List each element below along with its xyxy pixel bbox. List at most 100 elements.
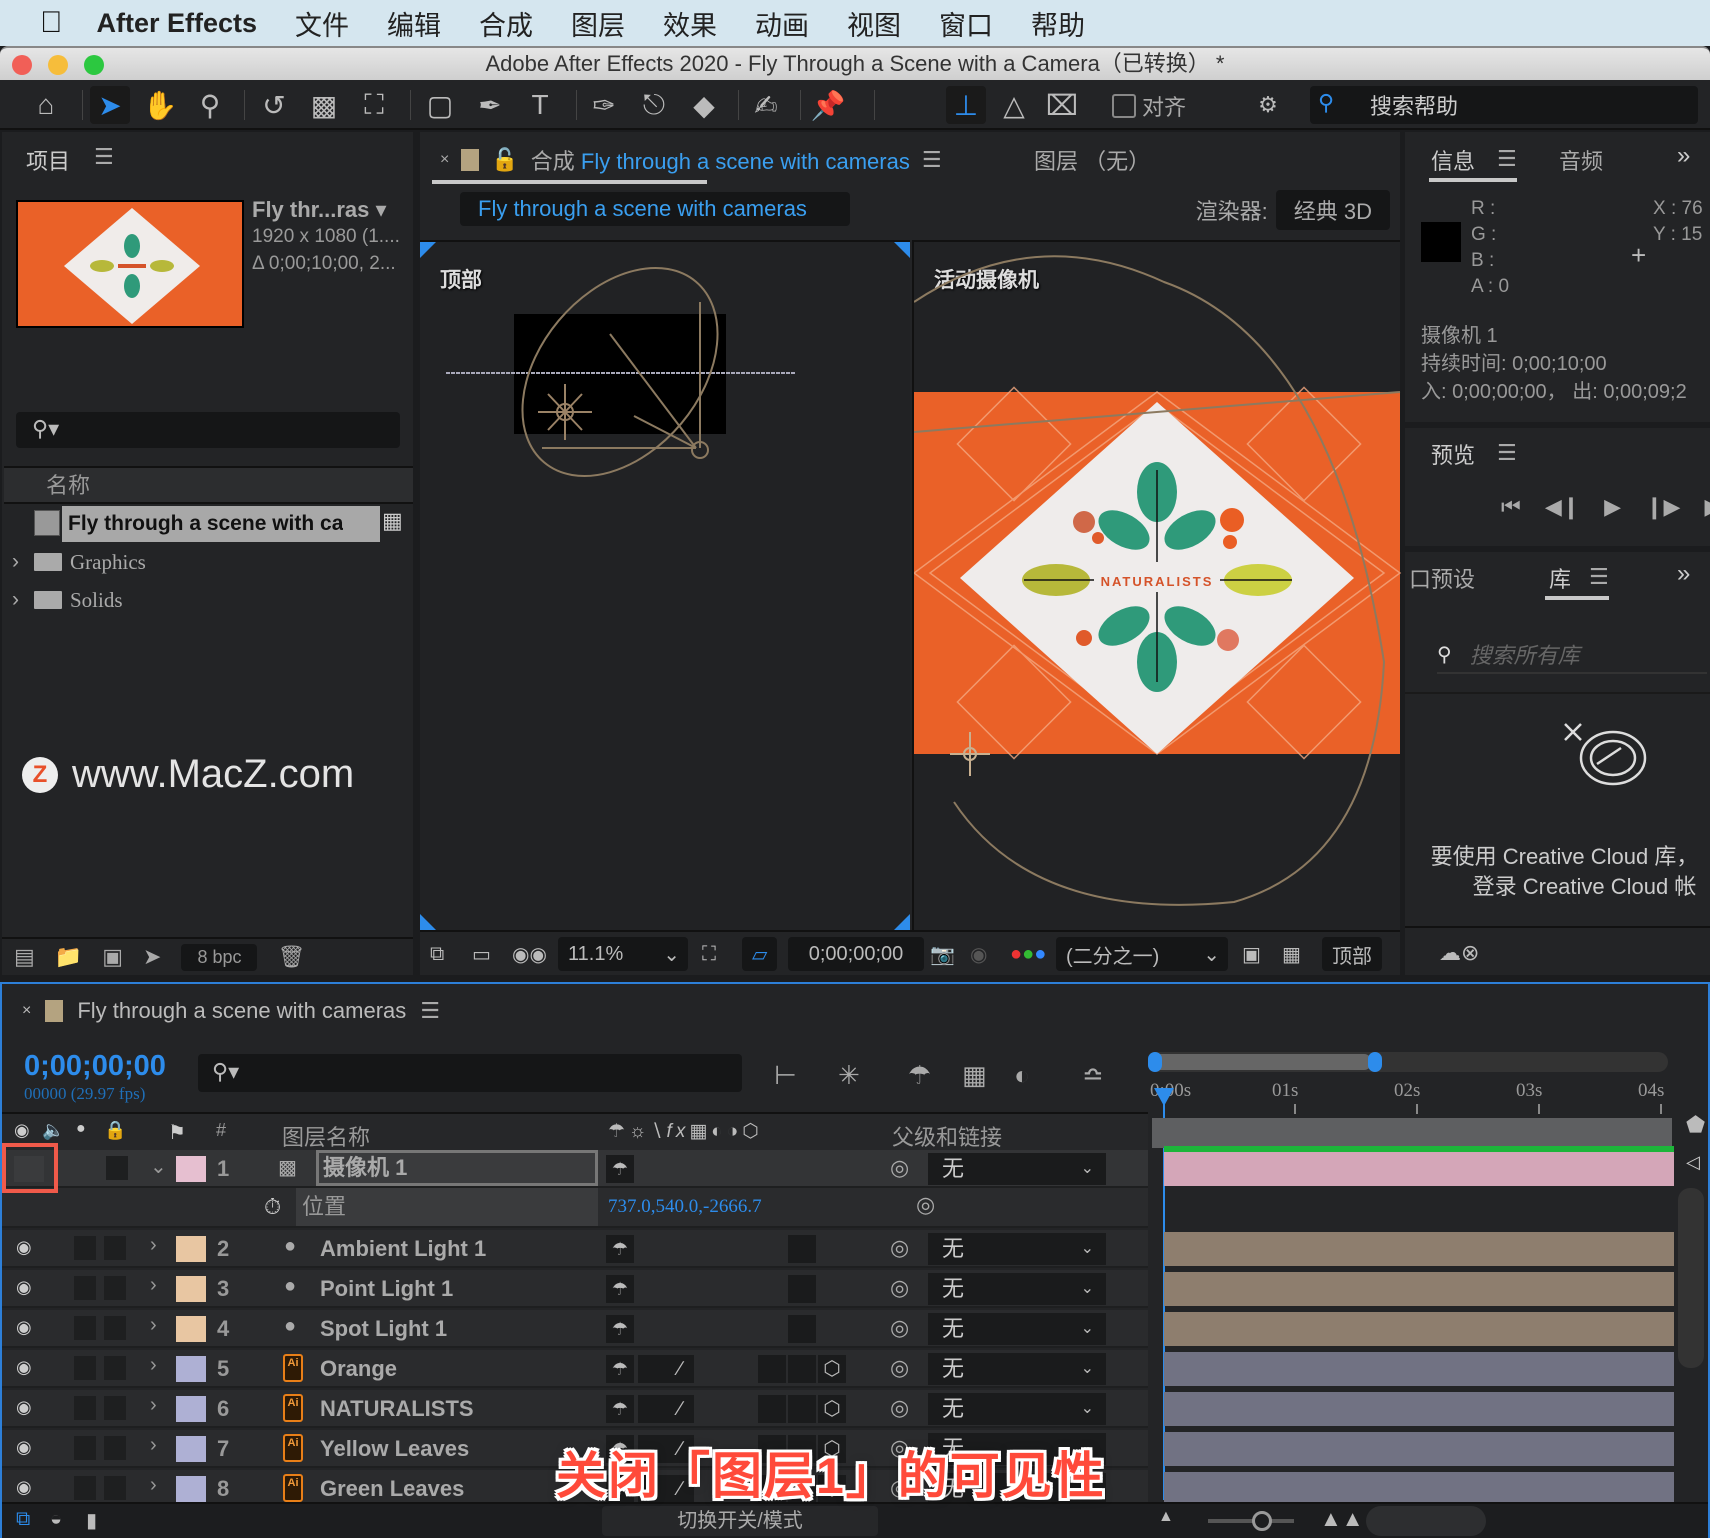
new-composition-icon[interactable]: ▣: [102, 944, 123, 970]
pan-behind-tool-icon[interactable]: ⛶: [354, 86, 394, 124]
expand-chevron-icon[interactable]: ›: [150, 1234, 157, 1257]
menu-composition[interactable]: 合成: [479, 4, 533, 43]
layer-duration-bar[interactable]: [1164, 1352, 1674, 1386]
layer-label-color[interactable]: [176, 1236, 206, 1262]
parent-select[interactable]: 无 ⌄: [928, 1393, 1106, 1425]
type-tool-icon[interactable]: T: [520, 86, 560, 124]
timeline-menu-icon[interactable]: ☰: [420, 998, 440, 1024]
interpret-footage-icon[interactable]: ▤: [14, 944, 35, 970]
layer-label-color[interactable]: [176, 1476, 206, 1502]
expand-chevron-icon[interactable]: ⌄: [150, 1154, 167, 1179]
layer-label-color[interactable]: [176, 1316, 206, 1342]
shy-switch-icon[interactable]: ☂: [606, 1275, 634, 1303]
flowchart-icon[interactable]: ▦: [382, 508, 403, 534]
time-zoom-handle[interactable]: [1252, 1511, 1272, 1531]
work-area-bar[interactable]: [1148, 1052, 1668, 1072]
previous-frame-icon[interactable]: ◀❙: [1545, 494, 1580, 520]
renderer-select[interactable]: 渲染器: 经典 3D: [1196, 190, 1390, 230]
hand-tool-icon[interactable]: ✋: [140, 86, 180, 124]
visibility-eye-icon[interactable]: ◉: [16, 1357, 32, 1378]
motion-blur-icon[interactable]: ◐: [1014, 1060, 1030, 1091]
layer-name[interactable]: Point Light 1: [320, 1276, 453, 1302]
expand-chevron-icon[interactable]: ›: [150, 1354, 157, 1377]
visibility-eye-icon[interactable]: ◉: [16, 1397, 32, 1418]
tab-preview[interactable]: 预览: [1431, 438, 1475, 470]
close-tab-icon[interactable]: ×: [22, 1002, 31, 1020]
snapping-checkbox[interactable]: [1112, 94, 1136, 118]
next-frame-icon[interactable]: ❙▶: [1645, 494, 1680, 520]
zoom-window-button[interactable]: [84, 55, 104, 75]
zoom-out-time-icon[interactable]: ▲: [1158, 1508, 1174, 1526]
comp-flowchart-icon[interactable]: ⊢: [774, 1060, 797, 1091]
shy-switch-icon[interactable]: ☂: [606, 1315, 634, 1343]
project-item-folder[interactable]: › Graphics: [4, 544, 378, 580]
expand-chevron-icon[interactable]: ›: [150, 1394, 157, 1417]
horizontal-scrollbar[interactable]: [1366, 1506, 1486, 1536]
switch-box[interactable]: [638, 1395, 666, 1423]
transfer-controls-toggle-icon[interactable]: ◒: [50, 1508, 62, 1531]
rectangle-tool-icon[interactable]: ▢: [420, 86, 460, 124]
layer-name[interactable]: Green Leaves: [320, 1476, 464, 1502]
layer-label-color[interactable]: [176, 1396, 206, 1422]
visibility-eye-icon[interactable]: ◉: [16, 1237, 32, 1258]
minimize-window-button[interactable]: [48, 55, 68, 75]
expand-chevron-icon[interactable]: ›: [150, 1474, 157, 1497]
zoom-in-time-icon[interactable]: ▲▲: [1320, 1506, 1364, 1532]
vertical-scrollbar[interactable]: [1678, 1188, 1704, 1368]
lock-toggle[interactable]: [104, 1316, 126, 1340]
library-menu-icon[interactable]: ☰: [1589, 564, 1609, 590]
chevron-right-icon[interactable]: ›: [12, 588, 19, 612]
preview-menu-icon[interactable]: ☰: [1497, 440, 1517, 466]
layer-duration-bar[interactable]: [1164, 1472, 1674, 1506]
graph-editor-icon[interactable]: ≏: [1082, 1060, 1104, 1091]
viewport-active-camera[interactable]: 活动摄像机 NATURALISTS: [912, 240, 1402, 930]
lock-toggle[interactable]: [104, 1436, 126, 1460]
shy-layers-icon[interactable]: ☂: [908, 1060, 931, 1091]
lock-toggle[interactable]: [104, 1356, 126, 1380]
layer-marker-icon[interactable]: ◁: [1686, 1152, 1700, 1173]
clone-stamp-tool-icon[interactable]: ⎋: [634, 86, 674, 124]
close-tab-icon[interactable]: ×: [440, 151, 449, 169]
layer-row[interactable]: ◉ › 5 Ai Orange ☂ ∕ ⬡ ◎ 无 ⌄: [2, 1350, 1148, 1388]
solo-toggle[interactable]: [74, 1276, 96, 1300]
renderer-value[interactable]: 经典 3D: [1275, 190, 1390, 230]
layer-name[interactable]: Orange: [320, 1356, 397, 1382]
tab-layer[interactable]: 图层 （无）: [1034, 144, 1150, 176]
layer-switches-toggle-icon[interactable]: ⧉: [16, 1508, 30, 1531]
lock-icon[interactable]: 🔓: [491, 147, 518, 173]
workspace-settings-icon[interactable]: ⚙: [1248, 86, 1288, 124]
first-frame-icon[interactable]: ⏮: [1501, 494, 1521, 520]
viewport-top[interactable]: 顶部: [420, 240, 910, 930]
parent-column-header[interactable]: 父级和链接: [892, 1120, 1002, 1152]
shy-switch-icon[interactable]: ☂: [606, 1155, 634, 1183]
menu-animation[interactable]: 动画: [755, 4, 809, 43]
shy-switch-icon[interactable]: ☂: [606, 1235, 634, 1263]
solo-toggle[interactable]: [74, 1316, 96, 1340]
bit-depth-button[interactable]: 8 bpc: [181, 943, 258, 971]
pick-whip-icon[interactable]: ◎: [916, 1192, 935, 1218]
new-folder-icon[interactable]: 📁: [55, 944, 82, 970]
pen-tool-icon[interactable]: ✒: [470, 86, 510, 124]
work-area-end-handle[interactable]: [1368, 1052, 1382, 1072]
lock-toggle[interactable]: [104, 1276, 126, 1300]
zoom-tool-icon[interactable]: ⚲: [190, 86, 230, 124]
layer-name[interactable]: Spot Light 1: [320, 1316, 447, 1342]
camera-tool-icon[interactable]: ▩: [304, 86, 344, 124]
layer-duration-bar[interactable]: [1164, 1232, 1674, 1266]
layer-label-color[interactable]: [176, 1276, 206, 1302]
layer-duration-bar[interactable]: [1164, 1312, 1674, 1346]
chevron-right-icon[interactable]: ›: [12, 550, 19, 574]
visibility-eye-icon[interactable]: ◉: [16, 1437, 32, 1458]
expand-chevron-icon[interactable]: ›: [150, 1314, 157, 1337]
lock-toggle[interactable]: [104, 1476, 126, 1500]
current-time-display[interactable]: 0;00;00;00: [788, 937, 924, 971]
menu-effect[interactable]: 效果: [663, 4, 717, 43]
dropdown-arrow-icon[interactable]: ▾: [376, 197, 387, 222]
switch-box[interactable]: [758, 1355, 786, 1383]
frame-blending-icon[interactable]: ▦: [962, 1060, 987, 1091]
project-item-folder[interactable]: › Solids: [4, 582, 378, 618]
layer-row[interactable]: ◉ › 4 ● Spot Light 1 ☂ ◎ 无 ⌄: [2, 1310, 1148, 1348]
stopwatch-icon[interactable]: ⏱: [264, 1194, 281, 1220]
3d-layer-switch-icon[interactable]: ⬡: [818, 1395, 846, 1423]
mask-visibility-icon[interactable]: ▱: [742, 937, 778, 971]
